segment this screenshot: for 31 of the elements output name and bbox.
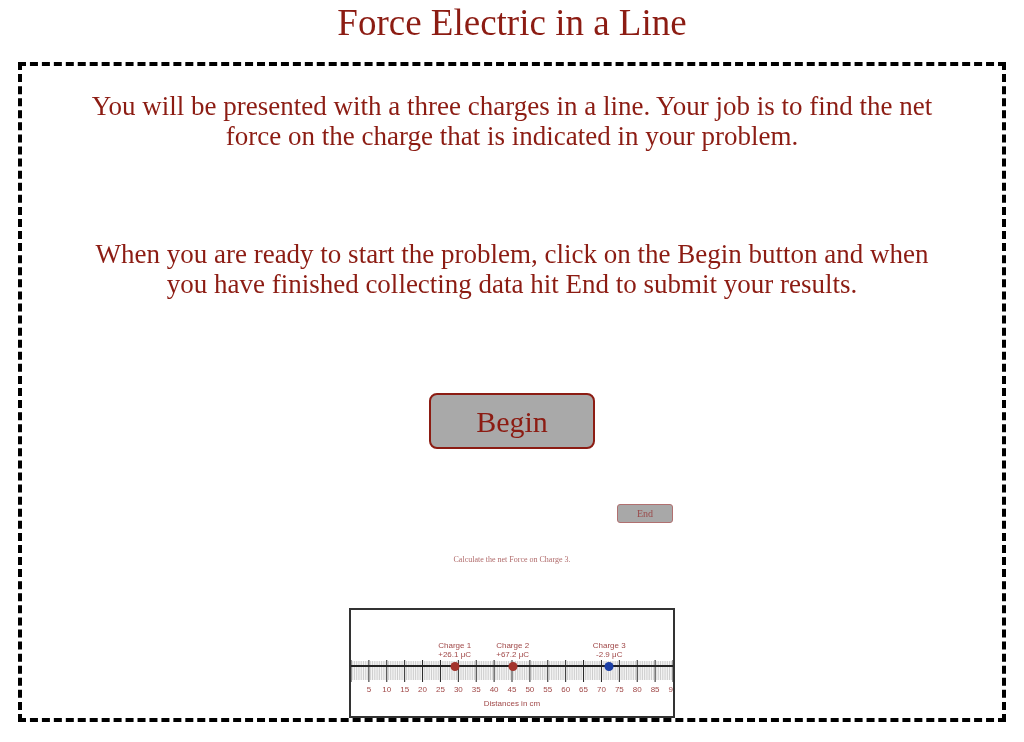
tick-label: 85 xyxy=(650,685,660,694)
tick-label: 9 xyxy=(668,685,673,694)
charge-value: +67.2 μC xyxy=(496,650,530,659)
tick-label: 65 xyxy=(579,685,588,694)
problem-prompt: Calculate the net Force on Charge 3. xyxy=(453,555,571,565)
tick-label: 60 xyxy=(561,685,571,694)
begin-button[interactable]: Begin xyxy=(429,393,595,449)
tick-label: 15 xyxy=(400,685,410,694)
tick-label: 80 xyxy=(632,685,642,694)
tick-label: 25 xyxy=(436,685,445,694)
charge-name: Charge 1 xyxy=(438,641,472,650)
axis-label: Distances in cm xyxy=(483,699,541,708)
tick-label: 5 xyxy=(366,685,372,694)
tick-label: 55 xyxy=(543,685,553,694)
charge-value: -2.9 μC xyxy=(596,650,623,659)
tick-label: 40 xyxy=(489,685,499,694)
end-button[interactable]: End xyxy=(617,504,673,523)
charge-name: Charge 3 xyxy=(592,641,626,650)
tick-label: 20 xyxy=(418,685,427,694)
charge-name: Charge 2 xyxy=(496,641,530,650)
tick-label: 70 xyxy=(597,685,606,694)
tick-label: 35 xyxy=(471,685,481,694)
page-title: Force Electric in a Line xyxy=(337,2,687,44)
tick-label: 50 xyxy=(525,685,535,694)
tick-label: 30 xyxy=(453,685,463,694)
tick-label: 75 xyxy=(614,685,624,694)
instruction-text: You will be presented with a three charges in a line. Your job is to find the net force on the charge that is indicated in your problem. xyxy=(90,91,934,151)
tick-label: 10 xyxy=(382,685,392,694)
charge-value: +26.1 μC xyxy=(438,650,472,659)
instruction-text: When you are ready to start the problem, click on the Begin button and when you have finished collecting data hit End to submit your results. xyxy=(94,239,930,299)
tick-label: 45 xyxy=(507,685,517,694)
